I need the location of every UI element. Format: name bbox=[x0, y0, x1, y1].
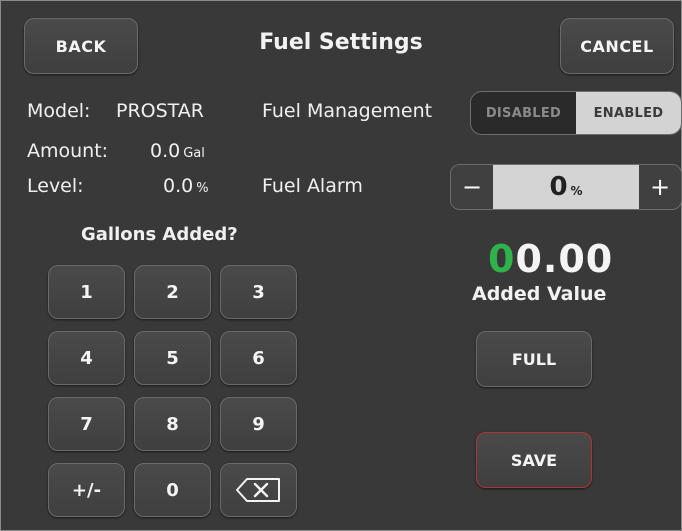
increment-button[interactable]: + bbox=[639, 165, 681, 209]
fuel-alarm-number: 0 bbox=[549, 172, 568, 202]
added-value-label: Added Value bbox=[472, 283, 607, 305]
level-readout: 0.0% bbox=[163, 175, 209, 197]
key-8[interactable]: 8 bbox=[134, 397, 211, 451]
key-4[interactable]: 4 bbox=[48, 331, 125, 385]
amount-value: 0.0 bbox=[150, 140, 181, 162]
key-1[interactable]: 1 bbox=[48, 265, 125, 319]
keypad-title: Gallons Added? bbox=[81, 224, 238, 245]
added-value-remainder: 0.00 bbox=[515, 237, 614, 281]
amount-readout: 0.0 Gal bbox=[150, 140, 205, 162]
key-3[interactable]: 3 bbox=[220, 265, 297, 319]
fuel-alarm-label: Fuel Alarm bbox=[262, 175, 363, 197]
added-value-leading-digit: 0 bbox=[488, 237, 516, 281]
amount-unit: Gal bbox=[183, 146, 205, 161]
model-value: PROSTAR bbox=[116, 100, 205, 122]
key-6[interactable]: 6 bbox=[220, 331, 297, 385]
backspace-button[interactable] bbox=[220, 463, 297, 517]
level-unit: % bbox=[196, 181, 209, 196]
full-button[interactable]: FULL bbox=[476, 331, 592, 387]
model-label: Model: bbox=[27, 100, 91, 122]
decrement-button[interactable]: − bbox=[451, 165, 493, 209]
fuel-alarm-stepper[interactable]: − 0% + bbox=[450, 164, 682, 210]
full-button-label: FULL bbox=[511, 349, 557, 369]
fuel-management-label: Fuel Management bbox=[262, 100, 433, 122]
backspace-icon bbox=[235, 478, 280, 502]
cancel-button[interactable]: CANCEL bbox=[560, 18, 674, 74]
amount-label: Amount: bbox=[27, 140, 109, 162]
key-0[interactable]: 0 bbox=[134, 463, 211, 517]
save-button-label: SAVE bbox=[510, 450, 558, 470]
save-button[interactable]: SAVE bbox=[476, 432, 592, 488]
toggle-option-disabled[interactable]: DISABLED bbox=[471, 92, 576, 134]
key-2[interactable]: 2 bbox=[134, 265, 211, 319]
fuel-management-toggle[interactable]: DISABLED ENABLED bbox=[470, 91, 682, 135]
cancel-button-label: CANCEL bbox=[580, 36, 654, 56]
level-label: Level: bbox=[27, 175, 84, 197]
added-value-display: 00.00 bbox=[488, 237, 613, 281]
key-plus-minus[interactable]: +/- bbox=[48, 463, 125, 517]
toggle-option-enabled[interactable]: ENABLED bbox=[576, 92, 681, 134]
fuel-alarm-value: 0% bbox=[493, 165, 639, 209]
level-value: 0.0 bbox=[163, 175, 194, 197]
key-9[interactable]: 9 bbox=[220, 397, 297, 451]
fuel-alarm-unit: % bbox=[570, 184, 583, 198]
key-5[interactable]: 5 bbox=[134, 331, 211, 385]
key-7[interactable]: 7 bbox=[48, 397, 125, 451]
